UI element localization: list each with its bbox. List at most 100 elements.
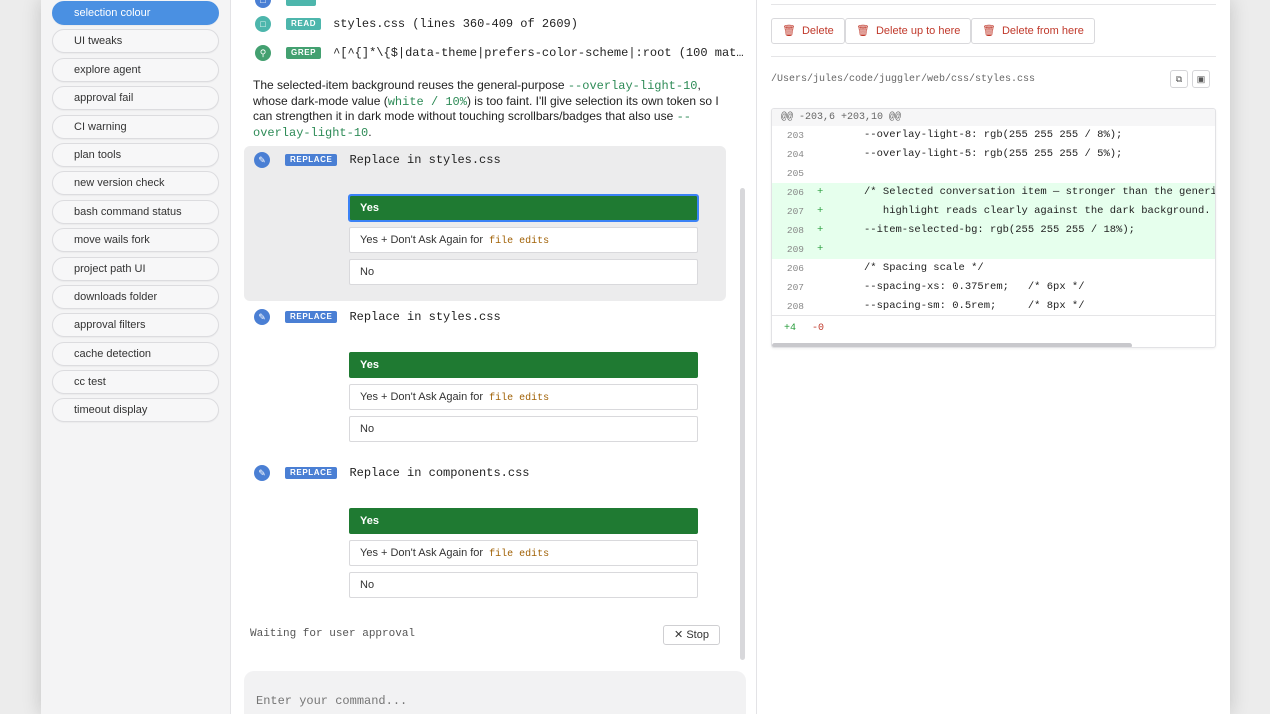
sidebar-item[interactable]: move wails fork (52, 228, 219, 253)
tool-call[interactable]: □ READ styles.css (lines 360-409 of 2609) (255, 14, 578, 34)
close-icon: ✕ (674, 629, 684, 641)
line-number: 206 (786, 263, 804, 274)
tool-badge: GREP (286, 47, 322, 59)
trash-icon: 🗑 (856, 25, 870, 37)
sidebar-item[interactable]: plan tools (52, 142, 219, 167)
diff-code: --item-selected-bg: rgb(255 255 255 / 18… (864, 224, 1135, 236)
diff-sign: + (817, 224, 824, 236)
tool-text: ^[^{]*\{$|data-theme|prefers-color-schem… (333, 46, 744, 60)
stop-label: Stop (686, 629, 709, 641)
conversation-list: selection colour UI tweaks explore agent ap… (52, 1, 219, 427)
file-icon: □ (255, 16, 271, 32)
line-number: 207 (786, 282, 804, 293)
delete-from-here-button[interactable]: 🗑 Delete from here (971, 18, 1095, 44)
approve-always-button[interactable]: Yes + Don't Ask Again for file edits (349, 540, 698, 566)
command-input[interactable] (244, 671, 746, 714)
copy-icon[interactable]: ⧉ (1170, 70, 1188, 88)
tool-call-partial: □ (255, 0, 316, 10)
delete-from-label: Delete from here (1001, 25, 1084, 37)
sidebar-item[interactable]: timeout display (52, 398, 219, 423)
approve-always-scope: file edits (489, 549, 550, 560)
line-number: 205 (786, 168, 804, 179)
approve-no-button[interactable]: No (349, 572, 698, 598)
open-file-icon[interactable]: ▣ (1192, 70, 1210, 88)
line-number: 204 (786, 149, 804, 160)
approve-no-button[interactable]: No (349, 259, 698, 285)
approve-yes-button[interactable]: Yes (349, 352, 698, 378)
approve-always-scope: file edits (489, 393, 550, 404)
tool-badge (286, 0, 316, 6)
replace-badge: REPLACE (285, 154, 338, 166)
sidebar-item[interactable]: UI tweaks (52, 29, 219, 54)
sidebar-item[interactable]: cc test (52, 370, 219, 395)
line-number: 208 (786, 301, 804, 312)
stop-button[interactable]: ✕ Stop (663, 625, 720, 645)
diff-line-added: 209 + (772, 240, 1215, 259)
sidebar: selection colour UI tweaks explore agent ap… (41, 0, 231, 714)
diff-line: 207 --spacing-xs: 0.375rem; /* 6px */ (772, 278, 1215, 297)
diff-horizontal-scrollbar[interactable] (772, 343, 1132, 347)
diff-line: 204 --overlay-light-5: rgb(255 255 255 / … (772, 145, 1215, 164)
diff-sign: + (817, 186, 824, 198)
chat-panel: □ □ READ styles.css (lines 360-409 of 2609… (231, 0, 757, 714)
edit-icon: ✎ (254, 152, 270, 168)
divider (771, 4, 1216, 5)
removed-count: -0 (812, 323, 825, 334)
sidebar-item[interactable]: CI warning (52, 114, 219, 139)
message-text: The selected-item background reuses the … (253, 78, 568, 92)
diff-line: 205 (772, 164, 1215, 183)
diff-code: highlight reads clearly against the dark… (864, 205, 1216, 217)
approval-title: Replace in styles.css (349, 310, 501, 324)
delete-up-to-here-button[interactable]: 🗑 Delete up to here (845, 18, 972, 44)
sidebar-item[interactable]: approval fail (52, 86, 219, 111)
sidebar-item[interactable]: explore agent (52, 57, 219, 82)
approve-always-button[interactable]: Yes + Don't Ask Again for file edits (349, 227, 698, 253)
tool-call[interactable]: ⚲ GREP ^[^{]*\{$|data-theme|prefers-color-… (255, 43, 744, 63)
approve-no-button[interactable]: No (349, 416, 698, 442)
diff-hunk-header: @@ -203,6 +203,10 @@ (772, 109, 1215, 126)
diff-line: 203 --overlay-light-8: rgb(255 255 255 / … (772, 126, 1215, 145)
approve-always-button[interactable]: Yes + Don't Ask Again for file edits (349, 384, 698, 410)
diff-code: /* Spacing scale */ (864, 262, 984, 274)
trash-icon: 🗑 (982, 25, 996, 37)
line-number: 208 (786, 225, 804, 236)
diff-line: 208 --spacing-sm: 0.5rem; /* 8px */ (772, 297, 1215, 316)
approve-always-label: Yes + Don't Ask Again for (360, 547, 484, 559)
approval-request: ✎ REPLACE Replace in styles.css Yes Yes + Do… (244, 146, 726, 301)
diff-line-added: 207 + highlight reads clearly against the… (772, 202, 1215, 221)
diff-sign: + (817, 243, 824, 255)
edit-icon: ✎ (254, 465, 270, 481)
chat-scrollbar[interactable] (740, 188, 745, 660)
approve-always-label: Yes + Don't Ask Again for (360, 391, 484, 403)
approval-title: Replace in styles.css (349, 153, 501, 167)
inline-code: white / 10% (387, 94, 467, 109)
delete-button[interactable]: 🗑 Delete (771, 18, 845, 44)
line-number: 206 (786, 187, 804, 198)
diff-code: --spacing-sm: 0.5rem; /* 8px */ (864, 300, 1085, 312)
search-icon: ⚲ (255, 45, 271, 61)
sidebar-item[interactable]: project path UI (52, 256, 219, 281)
approval-header: ✎ REPLACE Replace in styles.css (254, 309, 501, 325)
diff-view: @@ -203,6 +203,10 @@ 203 --overlay-light-… (771, 108, 1216, 348)
sidebar-item[interactable]: cache detection (52, 341, 219, 366)
app-window: selection colour UI tweaks explore agent ap… (41, 0, 1230, 714)
sidebar-item[interactable]: downloads folder (52, 284, 219, 309)
line-number: 207 (786, 206, 804, 217)
approve-yes-button[interactable]: Yes (349, 508, 698, 534)
approval-header: ✎ REPLACE Replace in styles.css (254, 152, 501, 168)
sidebar-item[interactable]: selection colour (52, 1, 219, 25)
approval-header: ✎ REPLACE Replace in components.css (254, 465, 529, 481)
line-number: 203 (786, 130, 804, 141)
sidebar-item[interactable]: new version check (52, 171, 219, 196)
approve-yes-button[interactable]: Yes (348, 194, 699, 222)
diff-line-added: 206 + /* Selected conversation item — stro… (772, 183, 1215, 202)
diff-code: --overlay-light-8: rgb(255 255 255 / 8%)… (864, 129, 1123, 141)
line-number: 209 (786, 244, 804, 255)
edit-icon: ✎ (254, 309, 270, 325)
diff-code: --spacing-xs: 0.375rem; /* 6px */ (864, 281, 1085, 293)
tool-badge: READ (286, 18, 322, 30)
sidebar-item[interactable]: approval filters (52, 313, 219, 338)
diff-line-added: 208 + --item-selected-bg: rgb(255 255 255 … (772, 221, 1215, 240)
sidebar-item[interactable]: bash command status (52, 199, 219, 224)
added-count: +4 (784, 323, 797, 334)
